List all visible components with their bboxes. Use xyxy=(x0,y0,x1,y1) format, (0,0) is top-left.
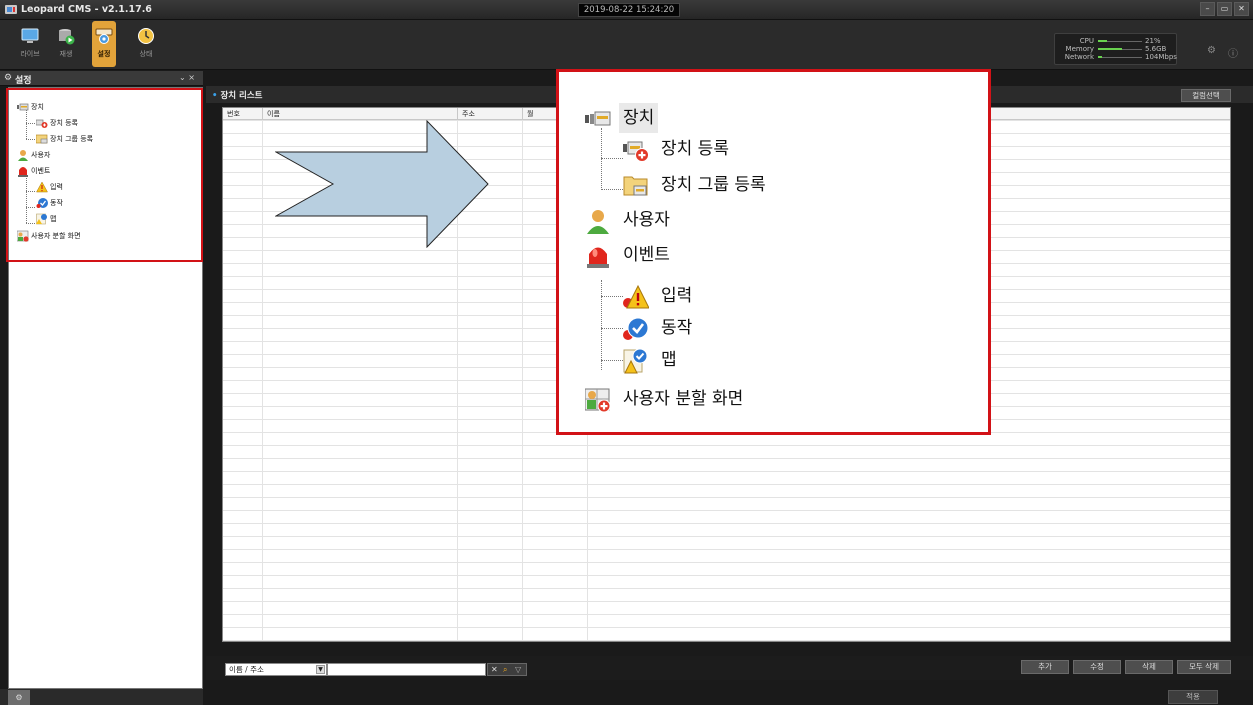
stat-memory-value: 5.6GB xyxy=(1145,45,1167,53)
stat-memory: Memory 5.6GB xyxy=(1059,45,1174,53)
close-button[interactable]: ✕ xyxy=(1234,2,1249,16)
left-panel-footer: ⚙ xyxy=(0,689,203,705)
zoom-item-device-label: 장치 xyxy=(619,103,659,133)
apply-button[interactable]: 적용 xyxy=(1168,690,1218,704)
search-input[interactable] xyxy=(327,663,486,676)
footer-settings-button[interactable]: ⚙ xyxy=(8,690,30,705)
stat-cpu-bar xyxy=(1098,40,1108,42)
device-group-icon xyxy=(623,176,648,196)
tool-status[interactable]: 상태 xyxy=(134,21,158,67)
tool-playback-label: 재생 xyxy=(59,50,73,58)
column-address[interactable]: 주소 xyxy=(458,108,523,120)
column-number[interactable]: 번호 xyxy=(223,108,263,120)
zoom-item-device-register-label: 장치 등록 xyxy=(661,139,729,159)
settings-gear-icon: ⚙ xyxy=(4,73,13,83)
stat-network-value: 104Mbps xyxy=(1145,53,1177,61)
filter-icon[interactable]: ▽ xyxy=(515,664,521,675)
title-bar: Leopard CMS - v2.1.17.6 2019-08-22 15:24… xyxy=(0,0,1253,20)
help-icon[interactable]: ⓘ xyxy=(1228,45,1238,60)
clear-icon[interactable]: ✕ xyxy=(491,664,498,675)
zoom-item-action-label: 동작 xyxy=(661,318,693,338)
app-title: Leopard CMS - v2.1.17.6 xyxy=(21,4,152,15)
column-name[interactable]: 이름 xyxy=(263,108,458,120)
tool-settings-label: 설정 xyxy=(97,50,111,58)
input-warning-icon xyxy=(623,284,649,309)
window-controls: – ▭ ✕ xyxy=(1200,2,1249,16)
add-button[interactable]: 추가 xyxy=(1021,660,1069,674)
minimize-button[interactable]: – xyxy=(1200,2,1215,16)
device-list-title: 장치 리스트 xyxy=(212,89,262,101)
delete-button[interactable]: 삭제 xyxy=(1125,660,1173,674)
device-icon xyxy=(585,111,611,126)
zoom-item-input-label: 입력 xyxy=(661,286,693,306)
edit-button[interactable]: 수정 xyxy=(1073,660,1121,674)
tool-live[interactable]: 라이브 xyxy=(18,21,42,67)
action-check-icon xyxy=(623,317,649,340)
zoom-item-user-label: 사용자 xyxy=(623,210,670,230)
stat-cpu: CPU 21% xyxy=(1059,37,1174,45)
delete-all-button[interactable]: 모두 삭제 xyxy=(1177,660,1231,674)
panel-controls[interactable]: ⌄ × xyxy=(179,73,195,82)
tool-live-label: 라이브 xyxy=(20,50,40,58)
tool-status-label: 상태 xyxy=(139,50,153,58)
zoom-item-user-layout-label: 사용자 분할 화면 xyxy=(623,389,744,409)
zoom-item-device-group-label: 장치 그룹 등록 xyxy=(661,175,766,195)
main-toolbar: 라이브 재생 설정 상태 CPU 21% Memory 5.6GB Networ… xyxy=(0,20,1253,70)
device-add-icon xyxy=(623,141,649,162)
settings-icon xyxy=(95,28,113,44)
chevron-down-icon[interactable]: ▼ xyxy=(316,665,325,674)
monitor-icon xyxy=(21,28,39,43)
settings-panel-title: 설정 xyxy=(15,76,32,86)
gear-icon[interactable]: ⚙ xyxy=(1207,45,1216,56)
user-layout-icon xyxy=(585,388,611,413)
search-field-select[interactable]: 이름 / 주소 ▼ xyxy=(225,663,327,676)
search-tools: ✕ ⌕ ▽ xyxy=(487,663,527,676)
tool-settings[interactable]: 설정 xyxy=(92,21,116,67)
app-logo-icon xyxy=(5,5,17,14)
playback-icon xyxy=(59,29,75,45)
maximize-button[interactable]: ▭ xyxy=(1217,2,1232,16)
map-icon xyxy=(623,348,648,374)
event-siren-icon xyxy=(587,247,609,268)
status-icon xyxy=(138,28,154,44)
stat-memory-name: Memory xyxy=(1065,45,1094,53)
user-icon xyxy=(587,210,609,234)
stat-memory-bar xyxy=(1098,48,1123,50)
zoomed-settings-tree: 장치 장치 등록 장치 그룹 등록 사용자 이벤트 입력 동작 맵 사용자 분할… xyxy=(559,72,988,432)
stat-cpu-value: 21% xyxy=(1145,37,1161,45)
callout-arrow-icon xyxy=(275,120,489,248)
tool-playback[interactable]: 재생 xyxy=(54,21,78,67)
zoomed-tree-callout: 장치 장치 등록 장치 그룹 등록 사용자 이벤트 입력 동작 맵 사용자 분할… xyxy=(556,69,991,435)
zoom-item-event-label: 이벤트 xyxy=(623,245,670,265)
app-window: Leopard CMS - v2.1.17.6 2019-08-22 15:24… xyxy=(0,0,1253,705)
stat-network: Network 104Mbps xyxy=(1059,53,1177,61)
system-stats: CPU 21% Memory 5.6GB Network 104Mbps xyxy=(1054,33,1177,65)
stat-network-name: Network xyxy=(1064,53,1094,61)
highlight-box-small xyxy=(6,88,203,262)
search-icon[interactable]: ⌕ xyxy=(503,664,507,675)
zoom-item-map-label: 맵 xyxy=(661,350,677,370)
settings-panel-header: ⚙ 설정 ⌄ × xyxy=(0,71,203,86)
datetime-display: 2019-08-22 15:24:20 xyxy=(578,3,680,17)
stat-cpu-name: CPU xyxy=(1079,37,1094,45)
search-field-value: 이름 / 주소 xyxy=(229,665,264,674)
column-select-button[interactable]: 컬럼선택 xyxy=(1181,89,1231,102)
stat-network-bar xyxy=(1098,56,1103,58)
